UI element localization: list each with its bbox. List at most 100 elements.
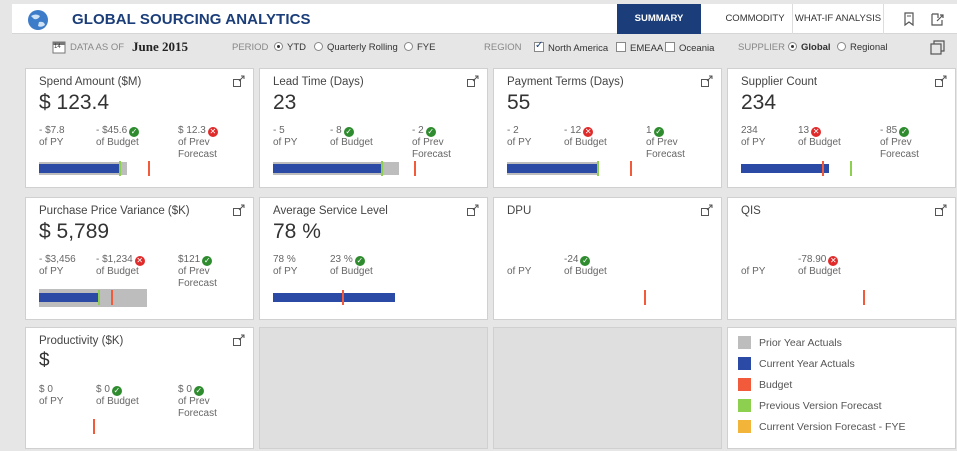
metric-vs-budget: $ 0 ✓ of Budget bbox=[96, 384, 139, 407]
region-label: REGION bbox=[484, 42, 522, 53]
card-value: 23 bbox=[273, 91, 297, 114]
expand-icon[interactable] bbox=[701, 75, 713, 87]
card-value: 234 bbox=[741, 91, 777, 114]
check-circle-icon: ✓ bbox=[899, 127, 910, 137]
period-option-fye[interactable]: FYE bbox=[404, 42, 435, 53]
legend-current-year-actuals: Current Year Actuals bbox=[738, 357, 855, 370]
bookmark-icon[interactable] bbox=[901, 11, 917, 27]
legend-current-version-forecast-fye: Current Version Forecast - FYE bbox=[738, 420, 905, 433]
radio-selected-icon bbox=[788, 42, 797, 51]
check-circle-icon: ✓ bbox=[111, 386, 122, 396]
check-circle-icon: ✓ bbox=[202, 256, 213, 266]
marker-prev-forecast bbox=[381, 161, 383, 176]
checkbox-icon bbox=[616, 42, 626, 52]
legend-swatch bbox=[738, 357, 751, 370]
legend-swatch bbox=[738, 378, 751, 391]
checkbox-icon bbox=[665, 42, 675, 52]
x-circle-icon: ✕ bbox=[134, 256, 145, 266]
radio-icon bbox=[837, 42, 846, 51]
expand-icon[interactable] bbox=[935, 204, 947, 216]
marker-budget bbox=[822, 161, 824, 176]
legend-previous-version-forecast: Previous Version Forecast bbox=[738, 399, 882, 412]
card-lead-time[interactable]: Lead Time (Days) 23 - 5 of PY - 8 ✓ of Budg… bbox=[259, 68, 488, 188]
card-value: 78 % bbox=[273, 220, 321, 243]
expand-icon[interactable] bbox=[233, 204, 245, 216]
marker-prev-forecast bbox=[119, 161, 121, 176]
card-supplier-count[interactable]: Supplier Count 234 234 of PY 13 ✕ of Budget… bbox=[727, 68, 956, 188]
region-option-oceania[interactable]: Oceania bbox=[665, 42, 714, 54]
app-header: GLOBAL SOURCING ANALYTICS SUMMARY COMMOD… bbox=[12, 4, 957, 34]
card-purchase-price-variance[interactable]: Purchase Price Variance ($K) $ 5,789 - $… bbox=[25, 197, 254, 320]
card-spend-amount[interactable]: Spend Amount ($M) $ 123.4 - $7.8 of PY - … bbox=[25, 68, 254, 188]
card-title: DPU bbox=[507, 205, 532, 217]
marker-budget bbox=[342, 290, 344, 305]
metric-vs-prev-forecast: $ 0 ✓ of Prev Forecast bbox=[178, 384, 217, 419]
legend-swatch bbox=[738, 399, 751, 412]
expand-icon[interactable] bbox=[701, 204, 713, 216]
metric-vs-py: - 2 of PY bbox=[507, 125, 532, 148]
metric-vs-prev-forecast: - 85 ✓ of Prev Forecast bbox=[880, 125, 919, 160]
card-title: Purchase Price Variance ($K) bbox=[39, 205, 190, 217]
checkbox-checked-icon bbox=[534, 40, 544, 52]
x-circle-icon: ✕ bbox=[207, 127, 218, 137]
metric-vs-budget: -78.90 ✕ of Budget bbox=[798, 254, 841, 277]
marker-budget bbox=[111, 290, 113, 305]
tab-summary[interactable]: SUMMARY bbox=[617, 4, 701, 34]
bar-current-year bbox=[39, 293, 99, 302]
marker-budget bbox=[644, 290, 646, 305]
tab-commodity[interactable]: COMMODITY bbox=[719, 4, 791, 34]
period-option-quarterly-rolling[interactable]: Quarterly Rolling bbox=[314, 42, 398, 53]
app-title: GLOBAL SOURCING ANALYTICS bbox=[72, 11, 311, 28]
chart-legend: Prior Year Actuals Current Year Actuals … bbox=[727, 327, 956, 449]
marker-budget bbox=[93, 419, 95, 434]
duplicate-window-icon[interactable] bbox=[930, 40, 945, 55]
supplier-option-regional[interactable]: Regional bbox=[837, 42, 888, 53]
bar-current-year bbox=[39, 164, 119, 173]
expand-icon[interactable] bbox=[467, 75, 479, 87]
calendar-day: 14 bbox=[54, 44, 61, 50]
period-option-ytd[interactable]: YTD bbox=[274, 42, 306, 53]
metric-vs-budget: - $1,234 ✕ of Budget bbox=[96, 254, 145, 277]
marker-budget bbox=[630, 161, 632, 176]
metric-vs-budget: - 12 ✕ of Budget bbox=[564, 125, 607, 148]
data-as-of-value[interactable]: June 2015 bbox=[132, 39, 188, 55]
metric-vs-py: $ 0 of PY bbox=[39, 384, 64, 407]
data-as-of-label: DATA AS OF bbox=[70, 42, 125, 53]
card-value: $ bbox=[39, 350, 50, 371]
bar-current-year bbox=[741, 164, 829, 173]
expand-icon[interactable] bbox=[233, 334, 245, 346]
metric-vs-prev-forecast: $121 ✓ of Prev Forecast bbox=[178, 254, 217, 289]
check-circle-icon: ✓ bbox=[354, 256, 365, 266]
bar-current-year bbox=[273, 293, 395, 302]
card-payment-terms[interactable]: Payment Terms (Days) 55 - 2 of PY - 12 ✕ of… bbox=[493, 68, 722, 188]
check-circle-icon: ✓ bbox=[425, 127, 436, 137]
metric-vs-budget: - 8 ✓ of Budget bbox=[330, 125, 373, 148]
metric-vs-py: 78 % of PY bbox=[273, 254, 298, 277]
check-circle-icon: ✓ bbox=[343, 127, 354, 137]
metric-vs-py: of PY bbox=[741, 266, 766, 277]
legend-swatch bbox=[738, 336, 751, 349]
expand-icon[interactable] bbox=[233, 75, 245, 87]
card-productivity[interactable]: Productivity ($K) $ $ 0 of PY $ 0 ✓ of Budg… bbox=[25, 327, 254, 449]
region-option-emeaa[interactable]: EMEAA bbox=[616, 42, 663, 54]
card-dpu[interactable]: DPU of PY -24 ✓ of Budget bbox=[493, 197, 722, 320]
card-average-service-level[interactable]: Average Service Level 78 % 78 % of PY 23 … bbox=[259, 197, 488, 320]
metric-vs-budget: 23 % ✓ of Budget bbox=[330, 254, 373, 277]
metric-vs-prev-forecast: - 2 ✓ of Prev Forecast bbox=[412, 125, 451, 160]
tab-what-if-analysis[interactable]: WHAT-IF ANALYSIS bbox=[792, 4, 884, 34]
metric-vs-prev-forecast: $ 12.3 ✕ of Prev Forecast bbox=[178, 125, 218, 160]
card-value: $ 5,789 bbox=[39, 220, 110, 243]
expand-icon[interactable] bbox=[467, 204, 479, 216]
export-icon[interactable] bbox=[929, 11, 945, 27]
metric-vs-budget: - $45.6 ✓ of Budget bbox=[96, 125, 140, 148]
region-option-north-america[interactable]: North America bbox=[534, 40, 608, 54]
expand-icon[interactable] bbox=[935, 75, 947, 87]
metric-vs-prev-forecast: 1 ✓ of Prev Forecast bbox=[646, 125, 685, 160]
radio-icon bbox=[404, 42, 413, 51]
globe-logo-icon bbox=[28, 10, 48, 30]
card-qis[interactable]: QIS of PY -78.90 ✕ of Budget bbox=[727, 197, 956, 320]
supplier-option-global[interactable]: Global bbox=[788, 42, 831, 53]
x-circle-icon: ✕ bbox=[811, 127, 822, 137]
marker-budget bbox=[148, 161, 150, 176]
period-label: PERIOD bbox=[232, 42, 269, 53]
